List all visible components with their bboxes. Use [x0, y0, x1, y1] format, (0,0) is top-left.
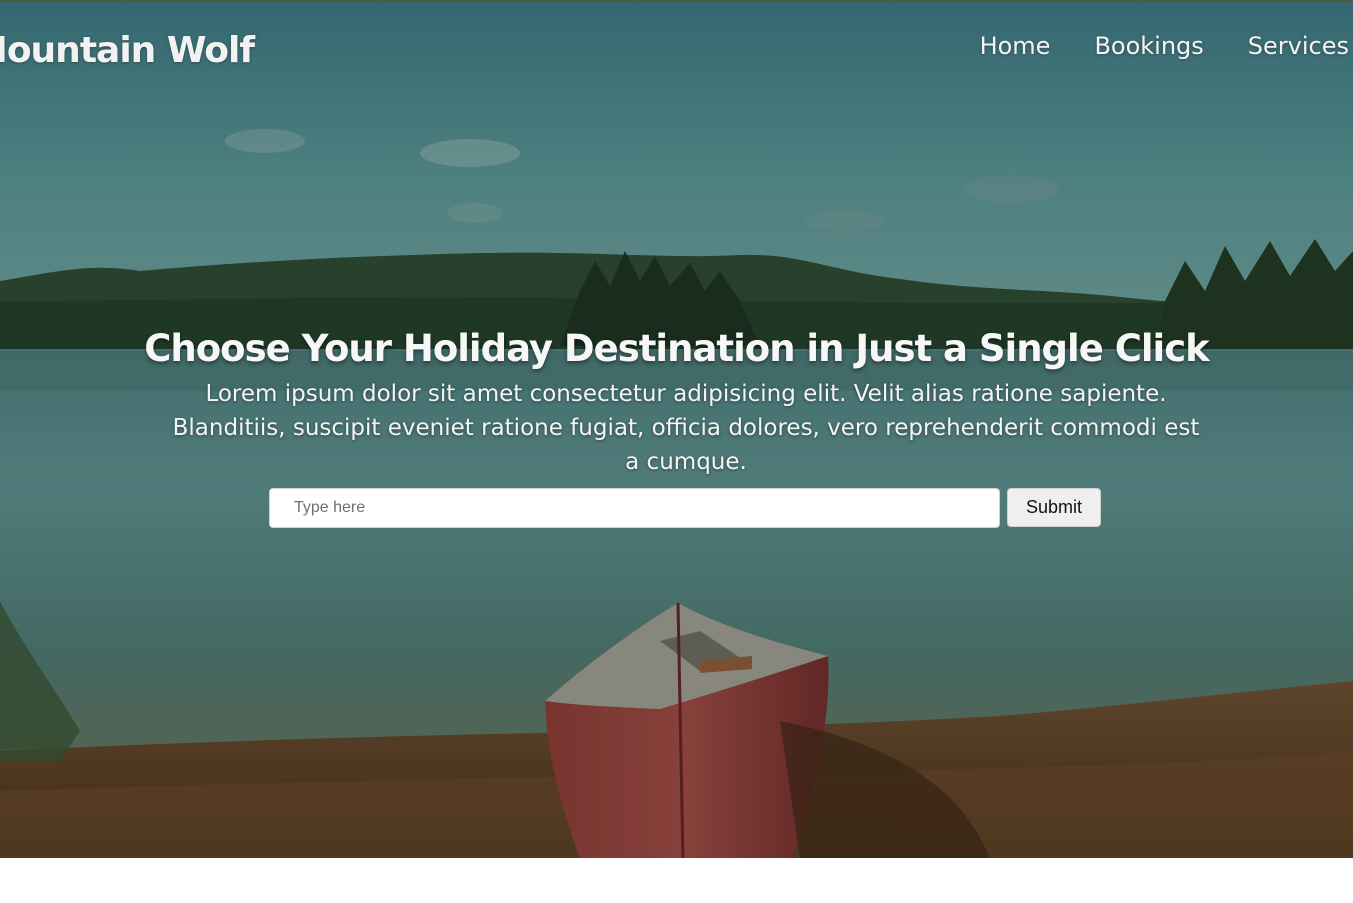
hero-section: Mountain Wolf Home Bookings Services Cho… [0, 0, 1353, 858]
brand-logo-text[interactable]: Mountain Wolf [0, 30, 255, 71]
search-form: Submit [269, 488, 1101, 528]
submit-button[interactable]: Submit [1007, 488, 1101, 527]
search-input[interactable] [269, 488, 1000, 528]
nav-home-link[interactable]: Home [958, 31, 1073, 61]
nav-services-link[interactable]: Services [1226, 31, 1349, 61]
main-nav: Home Bookings Services [958, 31, 1349, 61]
hero-subtext: Lorem ipsum dolor sit amet consectetur a… [172, 381, 1200, 475]
hero-headline: Choose Your Holiday Destination in Just … [144, 327, 1210, 370]
nav-bookings-link[interactable]: Bookings [1072, 31, 1225, 61]
